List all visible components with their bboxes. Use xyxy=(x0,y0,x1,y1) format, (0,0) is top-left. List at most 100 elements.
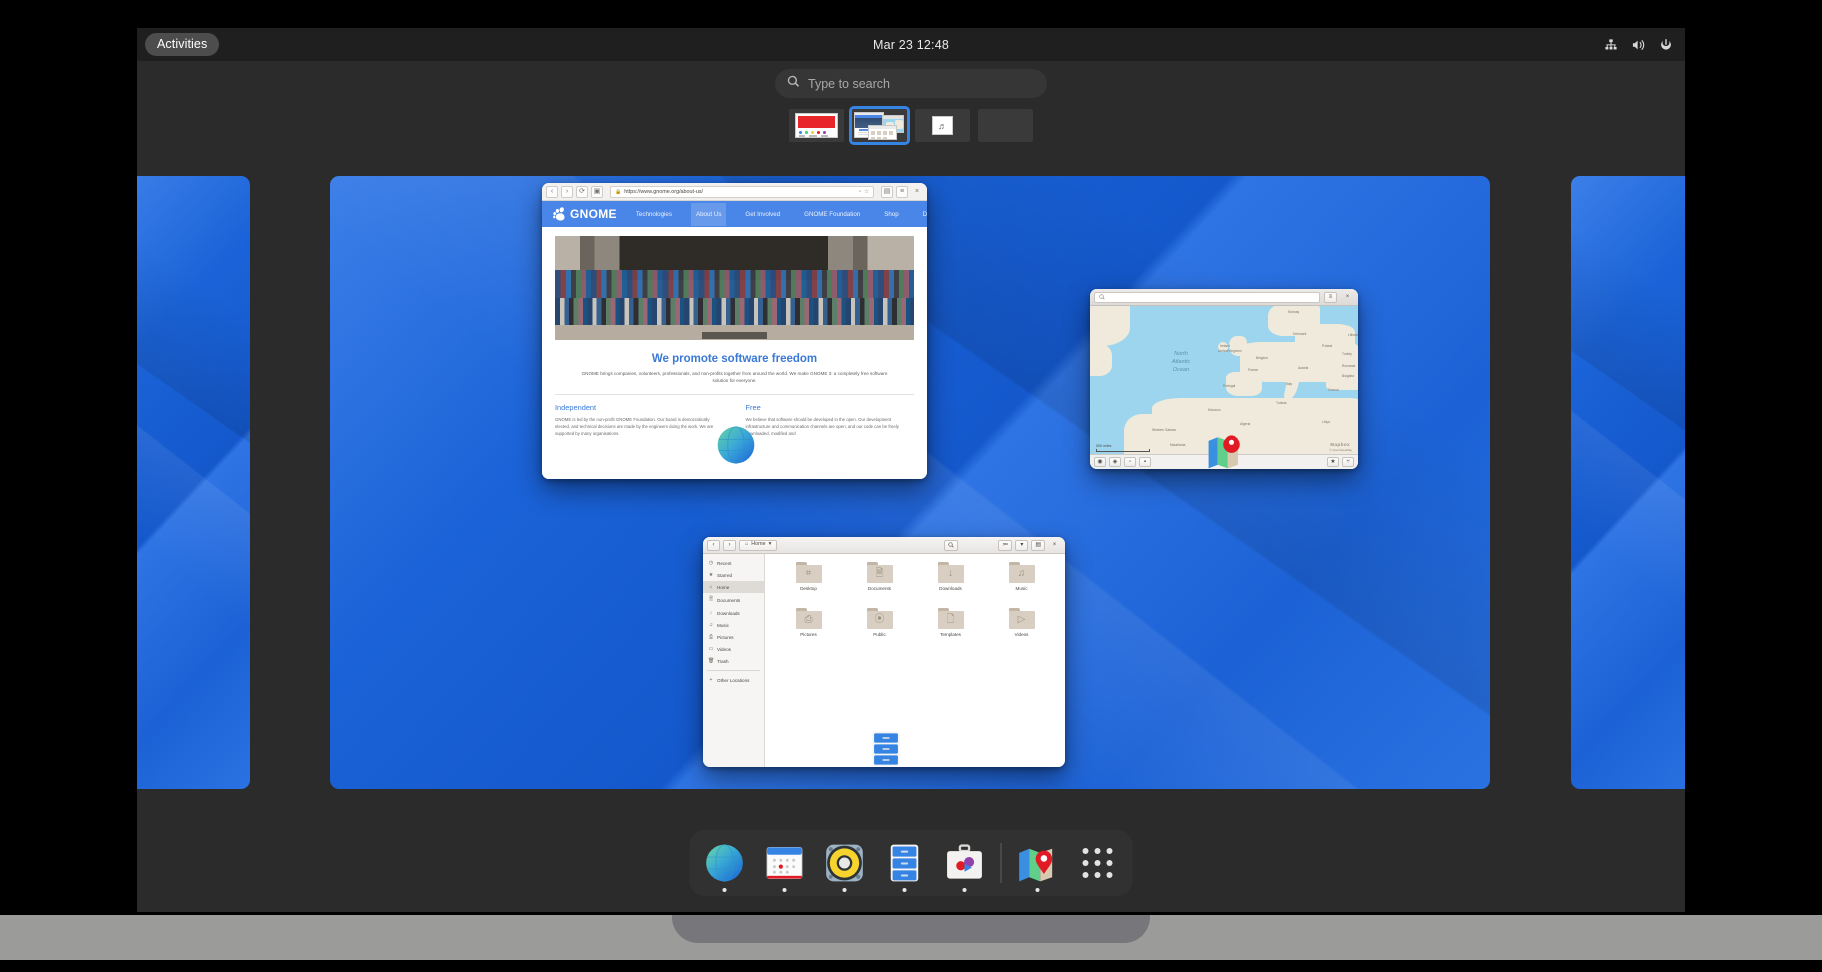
overview-search-bar[interactable] xyxy=(775,69,1047,98)
dock-item-web-browser[interactable] xyxy=(701,839,749,892)
browser-sidebar-button[interactable]: ▤ xyxy=(881,185,893,198)
current-location-icon[interactable]: ◉ xyxy=(1094,457,1106,467)
files-menu-button[interactable]: ▤ xyxy=(1031,539,1045,551)
sidebar-item-label: Videos xyxy=(717,646,731,652)
sidebar-item-trash[interactable]: 🗑 Trash xyxy=(703,655,764,667)
browser-menu-button[interactable]: ≡ xyxy=(896,185,908,198)
files-path-bar[interactable]: ⌂ Home ▾ xyxy=(739,539,778,551)
sidebar-item-label: Other Locations xyxy=(717,677,750,683)
maps-search-input[interactable] xyxy=(1094,291,1320,303)
window-preview-web-browser[interactable]: ‹ › ⟳ ▣ 🔒 https://www.gnome.org/about-us… xyxy=(542,183,927,479)
sidebar-item-pictures[interactable]: ⎙ Pictures xyxy=(703,631,764,643)
browser-forward-button[interactable]: › xyxy=(561,185,573,198)
sidebar-item-videos[interactable]: ▭ Videos xyxy=(703,643,764,655)
folder-item[interactable]: ↓ Downloads xyxy=(915,562,986,608)
browser-address-bar[interactable]: 🔒 https://www.gnome.org/about-us/ ▫ ☆ xyxy=(610,185,874,198)
browser-reader-button[interactable]: ▣ xyxy=(591,185,603,198)
folder-item[interactable]: 🗎 Documents xyxy=(844,562,915,608)
files-search-button[interactable] xyxy=(944,539,959,551)
site-nav-shop[interactable]: Shop xyxy=(879,203,903,226)
sidebar-item-music[interactable]: ♫ Music xyxy=(703,619,764,631)
files-sidebar: ◷ Recent ★ Starred ⌂ Home 🗎 Documents ↓ … xyxy=(703,554,765,767)
favorite-icon[interactable]: ★ xyxy=(1327,457,1339,467)
workspace-thumbnail-4[interactable] xyxy=(978,109,1033,142)
folder-label: Videos xyxy=(1014,632,1029,637)
maps-bottom-toolbar: ◉ ◈ ▫ ▪ ★ ⑂ xyxy=(1090,454,1358,469)
sidebar-item-documents[interactable]: 🗎 Documents xyxy=(703,593,764,607)
clock-date-menu[interactable]: Mar 23 12:48 xyxy=(137,38,1685,52)
browser-bookmark-icon[interactable]: ☆ xyxy=(864,189,869,195)
workspace-thumbnail-1[interactable] xyxy=(789,109,844,142)
gnome-brand-text: GNOME xyxy=(570,207,617,221)
dock-item-rhythmbox[interactable] xyxy=(821,839,869,892)
files-forward-button[interactable]: › xyxy=(723,539,736,551)
browser-back-button[interactable]: ‹ xyxy=(546,185,558,198)
folder-icon: ♫ xyxy=(1008,562,1035,583)
files-view-list-button[interactable]: ≔ xyxy=(998,539,1013,551)
workspace-thumbnail-3[interactable]: ♬ xyxy=(915,109,970,142)
activities-button[interactable]: Activities xyxy=(145,33,220,56)
maps-close-button[interactable]: × xyxy=(1341,292,1354,303)
sidebar-item-starred[interactable]: ★ Starred xyxy=(703,569,764,581)
workspace-area: ‹ › ⟳ ▣ 🔒 https://www.gnome.org/about-us… xyxy=(137,168,1685,798)
browser-downloads-icon[interactable]: ▫ xyxy=(859,189,861,195)
show-applications-button[interactable] xyxy=(1074,839,1122,887)
workspace-preview-next[interactable] xyxy=(1571,176,1685,789)
folder-item[interactable]: ♫ Music xyxy=(986,562,1057,608)
files-view-chevron-button[interactable]: ▾ xyxy=(1015,539,1029,551)
folder-item[interactable]: ⌗ Desktop xyxy=(773,562,844,608)
home-icon: ⌂ xyxy=(745,541,749,548)
site-nav-donate[interactable]: Donate xyxy=(918,203,927,226)
folder-icon: ▷ xyxy=(1008,608,1035,629)
browser-close-button[interactable]: × xyxy=(911,186,923,198)
country-label: France xyxy=(1248,368,1259,372)
browser-reload-button[interactable]: ⟳ xyxy=(576,185,588,198)
files-icon-grid: ⌗ Desktop 🗎 Documents ↓ Downloads ♫ Musi… xyxy=(765,554,1065,767)
sidebar-item-recent[interactable]: ◷ Recent xyxy=(703,557,764,569)
map-canvas[interactable]: North Atlantic Ocean Norway Denmark Irelan… xyxy=(1090,306,1358,469)
dock-item-software[interactable] xyxy=(941,839,989,892)
sidebar-item-home[interactable]: ⌂ Home xyxy=(703,581,764,593)
folder-label: Pictures xyxy=(800,632,817,637)
search-input[interactable] xyxy=(808,76,1035,91)
site-nav-get-involved[interactable]: Get Involved xyxy=(740,203,785,226)
sidebar-item-label: Downloads xyxy=(717,610,740,616)
site-nav-technologies[interactable]: Technologies xyxy=(631,203,677,226)
map-layers-icon[interactable]: ◈ xyxy=(1109,457,1121,467)
top-bar: Activities Mar 23 12:48 xyxy=(137,28,1685,61)
site-nav-gnome-foundation[interactable]: GNOME Foundation xyxy=(799,203,865,226)
music-icon: ♫ xyxy=(709,622,713,628)
workspace-preview-previous[interactable] xyxy=(137,176,250,789)
country-label: Belgium xyxy=(1256,356,1268,360)
window-preview-maps[interactable]: ≡ × North Atlantic Ocean Norway Denmark … xyxy=(1090,289,1358,469)
column-independent: Independent GNOME is led by the non-prof… xyxy=(555,403,724,438)
folder-item[interactable]: ▷ Videos xyxy=(986,608,1057,654)
route-icon[interactable]: ⑂ xyxy=(1342,457,1354,467)
country-label: Italy xyxy=(1286,382,1293,386)
dock-item-maps[interactable] xyxy=(1014,839,1062,892)
volume-icon[interactable] xyxy=(1631,38,1646,52)
files-back-button[interactable]: ‹ xyxy=(707,539,720,551)
window-preview-files[interactable]: ‹ › ⌂ Home ▾ ≔ ▾ ▤ × ◷ Recent ★ Starred … xyxy=(703,537,1065,767)
files-close-button[interactable]: × xyxy=(1048,540,1061,551)
system-status-area[interactable] xyxy=(1604,38,1673,52)
workspace-switcher[interactable]: ♬ xyxy=(789,106,1033,145)
zoom-in-icon[interactable]: ▪ xyxy=(1139,457,1151,467)
workspace-thumbnail-2[interactable] xyxy=(849,106,910,145)
country-label: Tunisia xyxy=(1276,401,1287,405)
base-notch xyxy=(672,915,1150,943)
hamburger-menu-icon[interactable]: ≡ xyxy=(1324,291,1337,303)
gnome-logo[interactable]: GNOME xyxy=(552,206,617,222)
network-wired-icon[interactable] xyxy=(1604,38,1618,52)
zoom-out-icon[interactable]: ▫ xyxy=(1124,457,1136,467)
dock-item-calendar[interactable] xyxy=(761,839,809,892)
sidebar-item-downloads[interactable]: ↓ Downloads xyxy=(703,607,764,619)
folder-item[interactable]: ⦿ Public xyxy=(844,608,915,654)
sidebar-item-other-locations[interactable]: + Other Locations xyxy=(703,674,764,686)
folder-item[interactable]: 🗋 Templates xyxy=(915,608,986,654)
map-scale-bar: 500 miles xyxy=(1096,444,1150,452)
power-icon[interactable] xyxy=(1659,38,1673,52)
dock-item-files[interactable] xyxy=(881,839,929,892)
site-nav-about-us[interactable]: About Us xyxy=(690,202,727,226)
folder-item[interactable]: ⎙ Pictures xyxy=(773,608,844,654)
